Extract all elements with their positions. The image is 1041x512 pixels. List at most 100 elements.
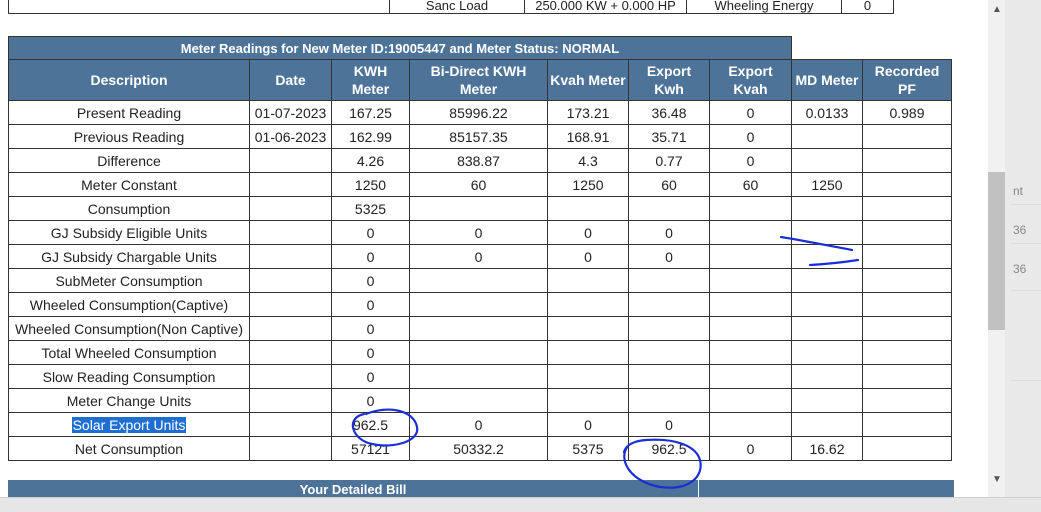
cell-md-meter <box>791 196 863 221</box>
cell-bidirect-kwh <box>409 340 548 365</box>
cell-export-kwh <box>628 364 710 389</box>
cell-export-kwh <box>628 388 710 413</box>
cell-bidirect-kwh <box>409 316 548 341</box>
cell-md-meter <box>791 124 863 149</box>
cell-description: GJ Subsidy Chargable Units <box>8 244 250 269</box>
table-row: Total Wheeled Consumption 0 <box>8 340 952 365</box>
cell-export-kvah <box>709 364 792 389</box>
cell-md-meter <box>791 412 863 437</box>
selected-text[interactable]: Solar Export Units <box>71 416 187 433</box>
cell-kvah-meter: 0 <box>547 220 629 245</box>
scroll-thumb[interactable] <box>988 172 1005 330</box>
cell-bidirect-kwh <box>409 196 548 221</box>
cell-bidirect-kwh <box>409 388 548 413</box>
cell-kwh-meter: 0 <box>331 340 410 365</box>
cell-bidirect-kwh: 0 <box>409 220 548 245</box>
cell-export-kwh: 962.5 <box>628 436 710 461</box>
col-header-md-meter: MD Meter <box>791 59 863 101</box>
cell-kwh-meter: 57121 <box>331 436 410 461</box>
cell-export-kvah: 0 <box>709 436 792 461</box>
cell-description: Slow Reading Consumption <box>8 364 250 389</box>
cell-kwh-meter: 962.5 <box>331 412 410 437</box>
table-row: Net Consumption 57121 50332.2 5375 962.5 0 16.… <box>8 436 952 461</box>
cell-recorded-pf <box>862 220 952 245</box>
cell-md-meter <box>791 292 863 317</box>
col-header-kvah-meter: Kvah Meter <box>547 59 629 101</box>
wheeling-energy-value: 0 <box>841 0 894 14</box>
table-row: Slow Reading Consumption 0 <box>8 364 952 389</box>
cell-date <box>249 244 332 269</box>
cell-kwh-meter: 5325 <box>331 196 410 221</box>
cell-bidirect-kwh: 60 <box>409 172 548 197</box>
cell-recorded-pf <box>862 316 952 341</box>
col-header-bidirect-kwh: Bi-Direct KWH Meter <box>409 59 548 101</box>
cell-export-kwh <box>628 292 710 317</box>
cell-description: Wheeled Consumption(Captive) <box>8 292 250 317</box>
table-row: SubMeter Consumption 0 <box>8 268 952 293</box>
cell-export-kwh: 60 <box>628 172 710 197</box>
col-header-export-kvah: Export Kvah <box>709 59 792 101</box>
cell-description: GJ Subsidy Eligible Units <box>8 220 250 245</box>
cell-export-kwh <box>628 196 710 221</box>
cell-recorded-pf <box>862 148 952 173</box>
cell-kvah-meter: 173.21 <box>547 100 629 125</box>
cell-kwh-meter: 0 <box>331 364 410 389</box>
table-title: Meter Readings for New Meter ID:19005447… <box>8 36 792 60</box>
bg-value-1: 36 <box>1013 223 1027 237</box>
cell-recorded-pf <box>862 436 952 461</box>
cell-md-meter <box>791 148 863 173</box>
col-header-recorded-pf: Recorded PF <box>862 59 952 101</box>
table-row: Previous Reading 01-06-2023 162.99 85157.35… <box>8 124 952 149</box>
sanc-load-value: 250.000 KW + 0.000 HP <box>524 0 687 14</box>
cell-kvah-meter <box>547 388 629 413</box>
cell-date <box>249 436 332 461</box>
cell-recorded-pf <box>862 244 952 269</box>
cell-kvah-meter <box>547 292 629 317</box>
cell-description: Consumption <box>8 196 250 221</box>
table-row: Wheeled Consumption(Captive) 0 <box>8 292 952 317</box>
cell-export-kvah <box>709 244 792 269</box>
scroll-up-icon[interactable]: ▲ <box>992 4 1002 15</box>
cell-export-kwh: 0 <box>628 244 710 269</box>
vertical-scrollbar[interactable]: ▲ ▼ <box>988 0 1005 497</box>
table-row: Meter Change Units 0 <box>8 388 952 413</box>
cell-date <box>249 388 332 413</box>
cell-export-kwh: 0.77 <box>628 148 710 173</box>
cell-export-kvah <box>709 196 792 221</box>
cell-kwh-meter: 0 <box>331 316 410 341</box>
sanc-load-label: Sanc Load <box>389 0 525 14</box>
cell-export-kvah: 0 <box>709 100 792 125</box>
load-info-row: Sanc Load 250.000 KW + 0.000 HP Wheeling… <box>8 0 954 14</box>
cell-bidirect-kwh <box>409 268 548 293</box>
col-header-description: Description <box>8 59 250 101</box>
bg-divider <box>1011 290 1041 291</box>
cell-date <box>249 316 332 341</box>
cell-kwh-meter: 167.25 <box>331 100 410 125</box>
cell-description: Previous Reading <box>8 124 250 149</box>
bg-value-2: 36 <box>1013 262 1027 276</box>
cell-description: Meter Change Units <box>8 388 250 413</box>
cell-date <box>249 268 332 293</box>
cell-kwh-meter: 4.26 <box>331 148 410 173</box>
table-row: Solar Export Units 962.5 0 0 0 <box>8 412 952 437</box>
cell-bidirect-kwh: 838.87 <box>409 148 548 173</box>
cell-date <box>249 148 332 173</box>
bg-header-text: nt <box>1013 184 1024 198</box>
cell-md-meter <box>791 220 863 245</box>
cell-bidirect-kwh <box>409 364 548 389</box>
cell-date <box>249 364 332 389</box>
cell-kwh-meter: 0 <box>331 388 410 413</box>
cell-export-kwh <box>628 316 710 341</box>
cell-recorded-pf <box>862 196 952 221</box>
cell-export-kvah <box>709 412 792 437</box>
cell-description: Wheeled Consumption(Non Captive) <box>8 316 250 341</box>
cell-export-kvah: 0 <box>709 124 792 149</box>
cell-md-meter: 16.62 <box>791 436 863 461</box>
cell-date: 01-07-2023 <box>249 100 332 125</box>
scroll-down-icon[interactable]: ▼ <box>992 474 1002 485</box>
cell-description: Meter Constant <box>8 172 250 197</box>
wheeling-energy-label: Wheeling Energy <box>686 0 842 14</box>
empty-cell <box>894 0 954 14</box>
cell-date <box>249 292 332 317</box>
cell-md-meter <box>791 244 863 269</box>
